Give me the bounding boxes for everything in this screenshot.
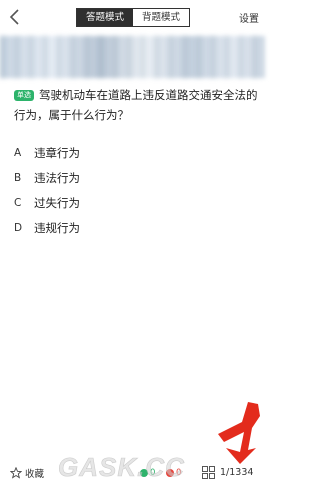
option-text: 违章行为 [34, 145, 80, 160]
favorite-button[interactable]: 收藏 [10, 466, 44, 480]
chevron-left-icon[interactable] [6, 6, 24, 28]
cross-icon [166, 469, 174, 477]
tab-memorize-mode[interactable]: 背题模式 [133, 9, 190, 26]
option-c[interactable]: C 过失行为 [14, 190, 254, 215]
option-d[interactable]: D 违规行为 [14, 215, 254, 240]
settings-button[interactable]: 设置 [239, 10, 259, 25]
option-a[interactable]: A 违章行为 [14, 140, 254, 165]
question-text: 驾驶机动车在道路上违反道路交通安全法的行为，属于什么行为？ [14, 88, 258, 122]
mode-switch: 答题模式 背题模式 [76, 8, 191, 27]
tab-answer-mode[interactable]: 答题模式 [77, 9, 134, 26]
question-type-badge: 单选 [14, 90, 34, 101]
option-letter: A [14, 146, 22, 159]
option-text: 违法行为 [34, 170, 80, 185]
top-bar: 答题模式 背题模式 设置 [0, 0, 265, 36]
option-text: 违规行为 [34, 220, 80, 235]
favorite-label: 收藏 [25, 469, 45, 480]
wrong-count-value: 0 [176, 468, 182, 478]
wrong-count: 0 [166, 468, 181, 478]
option-text: 过失行为 [34, 195, 80, 210]
option-b[interactable]: B 违法行为 [14, 165, 254, 190]
correct-count: 0 [140, 468, 155, 478]
question-progress[interactable]: 1/1334 [220, 467, 253, 478]
option-letter: C [14, 196, 22, 209]
check-icon [140, 469, 148, 477]
correct-count-value: 0 [150, 468, 156, 478]
option-letter: D [14, 221, 23, 234]
bottom-bar: 收藏 0 0 1/1334 [0, 453, 265, 493]
grid-icon[interactable] [202, 466, 215, 479]
banner-overlay [0, 36, 265, 78]
question-text-block: 单选 驾驶机动车在道路上违反道路交通安全法的行为，属于什么行为？ [14, 85, 258, 125]
star-icon [10, 467, 22, 479]
option-letter: B [14, 171, 22, 184]
options-list: A 违章行为 B 违法行为 C 过失行为 D 违规行为 [14, 140, 254, 240]
